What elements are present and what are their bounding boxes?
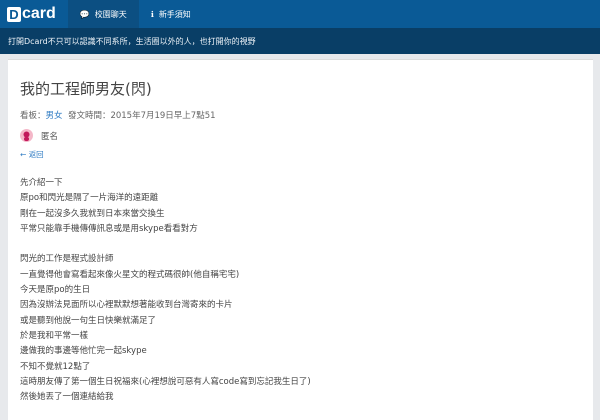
- post-body-line: 不知不覺就12點了: [20, 361, 91, 372]
- post-author: 匿名: [20, 129, 593, 142]
- post-body-line: 一直覺得他會寫看起來像火星文的程式碼很帥(他自稱宅宅): [20, 269, 240, 280]
- post-body-line: 剛在一起沒多久我就到日本來當交換生: [20, 208, 165, 219]
- back-link-label: 返回: [28, 150, 44, 159]
- post-body-line: 於是我和平常一樣: [20, 330, 89, 341]
- post-body-line: 邊做我的事邊等他忙完一起skype: [20, 346, 147, 357]
- avatar: [20, 129, 33, 142]
- chat-icon: 💬: [79, 9, 90, 19]
- promo-banner-text: 打開Dcard不只可以認識不同系所，生活圈以外的人，也打開你的視野: [8, 36, 256, 46]
- post-body-line: 今天是原po的生日: [20, 285, 91, 296]
- top-nav-bar: Dcard 💬 校園聊天 ℹ 新手須知: [0, 0, 600, 28]
- dcard-logo[interactable]: Dcard: [0, 5, 56, 23]
- post-body-line: 先介紹一下: [20, 178, 63, 188]
- post-body-line: 原po和閃光是隔了一片海洋的遠距離: [20, 193, 159, 204]
- post-body-line: 這時朋友傳了第一個生日祝福來(心裡想說可惡有人寫code寫到忘記我生日了): [20, 376, 311, 387]
- post-card: 我的工程師男友(閃) 看板：男女 發文時間：2015年7月19日早上7點51 匿…: [8, 59, 593, 420]
- board-link[interactable]: 男女: [46, 111, 63, 121]
- info-icon: ℹ: [150, 9, 154, 19]
- board-prefix: 看板：: [20, 111, 46, 121]
- dcard-logo-mark: D: [7, 6, 21, 22]
- post-title: 我的工程師男友(閃): [20, 80, 152, 98]
- tab-campus-chat-label: 校園聊天: [94, 9, 127, 19]
- back-link[interactable]: ← 返回: [20, 149, 593, 160]
- post-body-line: 平常只能靠手機傳傳訊息或是用skype看看對方: [20, 223, 198, 234]
- tab-campus-chat[interactable]: 💬 校園聊天: [67, 0, 139, 28]
- post-body-line: 因為沒辦法見面所以心裡默默想著能收到台灣寄來的卡片: [20, 300, 233, 311]
- author-name: 匿名: [41, 131, 59, 142]
- tab-newbie-guide[interactable]: ℹ 新手須知: [139, 0, 203, 28]
- post-body-line: 閃光的工作是程式設計師: [20, 254, 114, 265]
- post-body: 先介紹一下 原po和閃光是隔了一片海洋的遠距離 剛在一起沒多久我就到日本來當交換…: [20, 176, 593, 405]
- tab-newbie-guide-label: 新手須知: [158, 9, 191, 19]
- post-body-line: 然後她丟了一個連結給我: [20, 392, 114, 403]
- post-body-line: 或是聽到他說一句生日快樂就滿足了: [20, 315, 157, 326]
- female-avatar-icon: [23, 131, 30, 141]
- promo-banner: 打開Dcard不只可以認識不同系所，生活圈以外的人，也打開你的視野: [0, 28, 600, 54]
- post-time: 發文時間：2015年7月19日早上7點51: [67, 111, 216, 121]
- back-arrow-icon: ←: [20, 150, 27, 159]
- dcard-logo-text: card: [22, 5, 56, 22]
- post-meta: 看板：男女 發文時間：2015年7月19日早上7點51: [20, 109, 593, 121]
